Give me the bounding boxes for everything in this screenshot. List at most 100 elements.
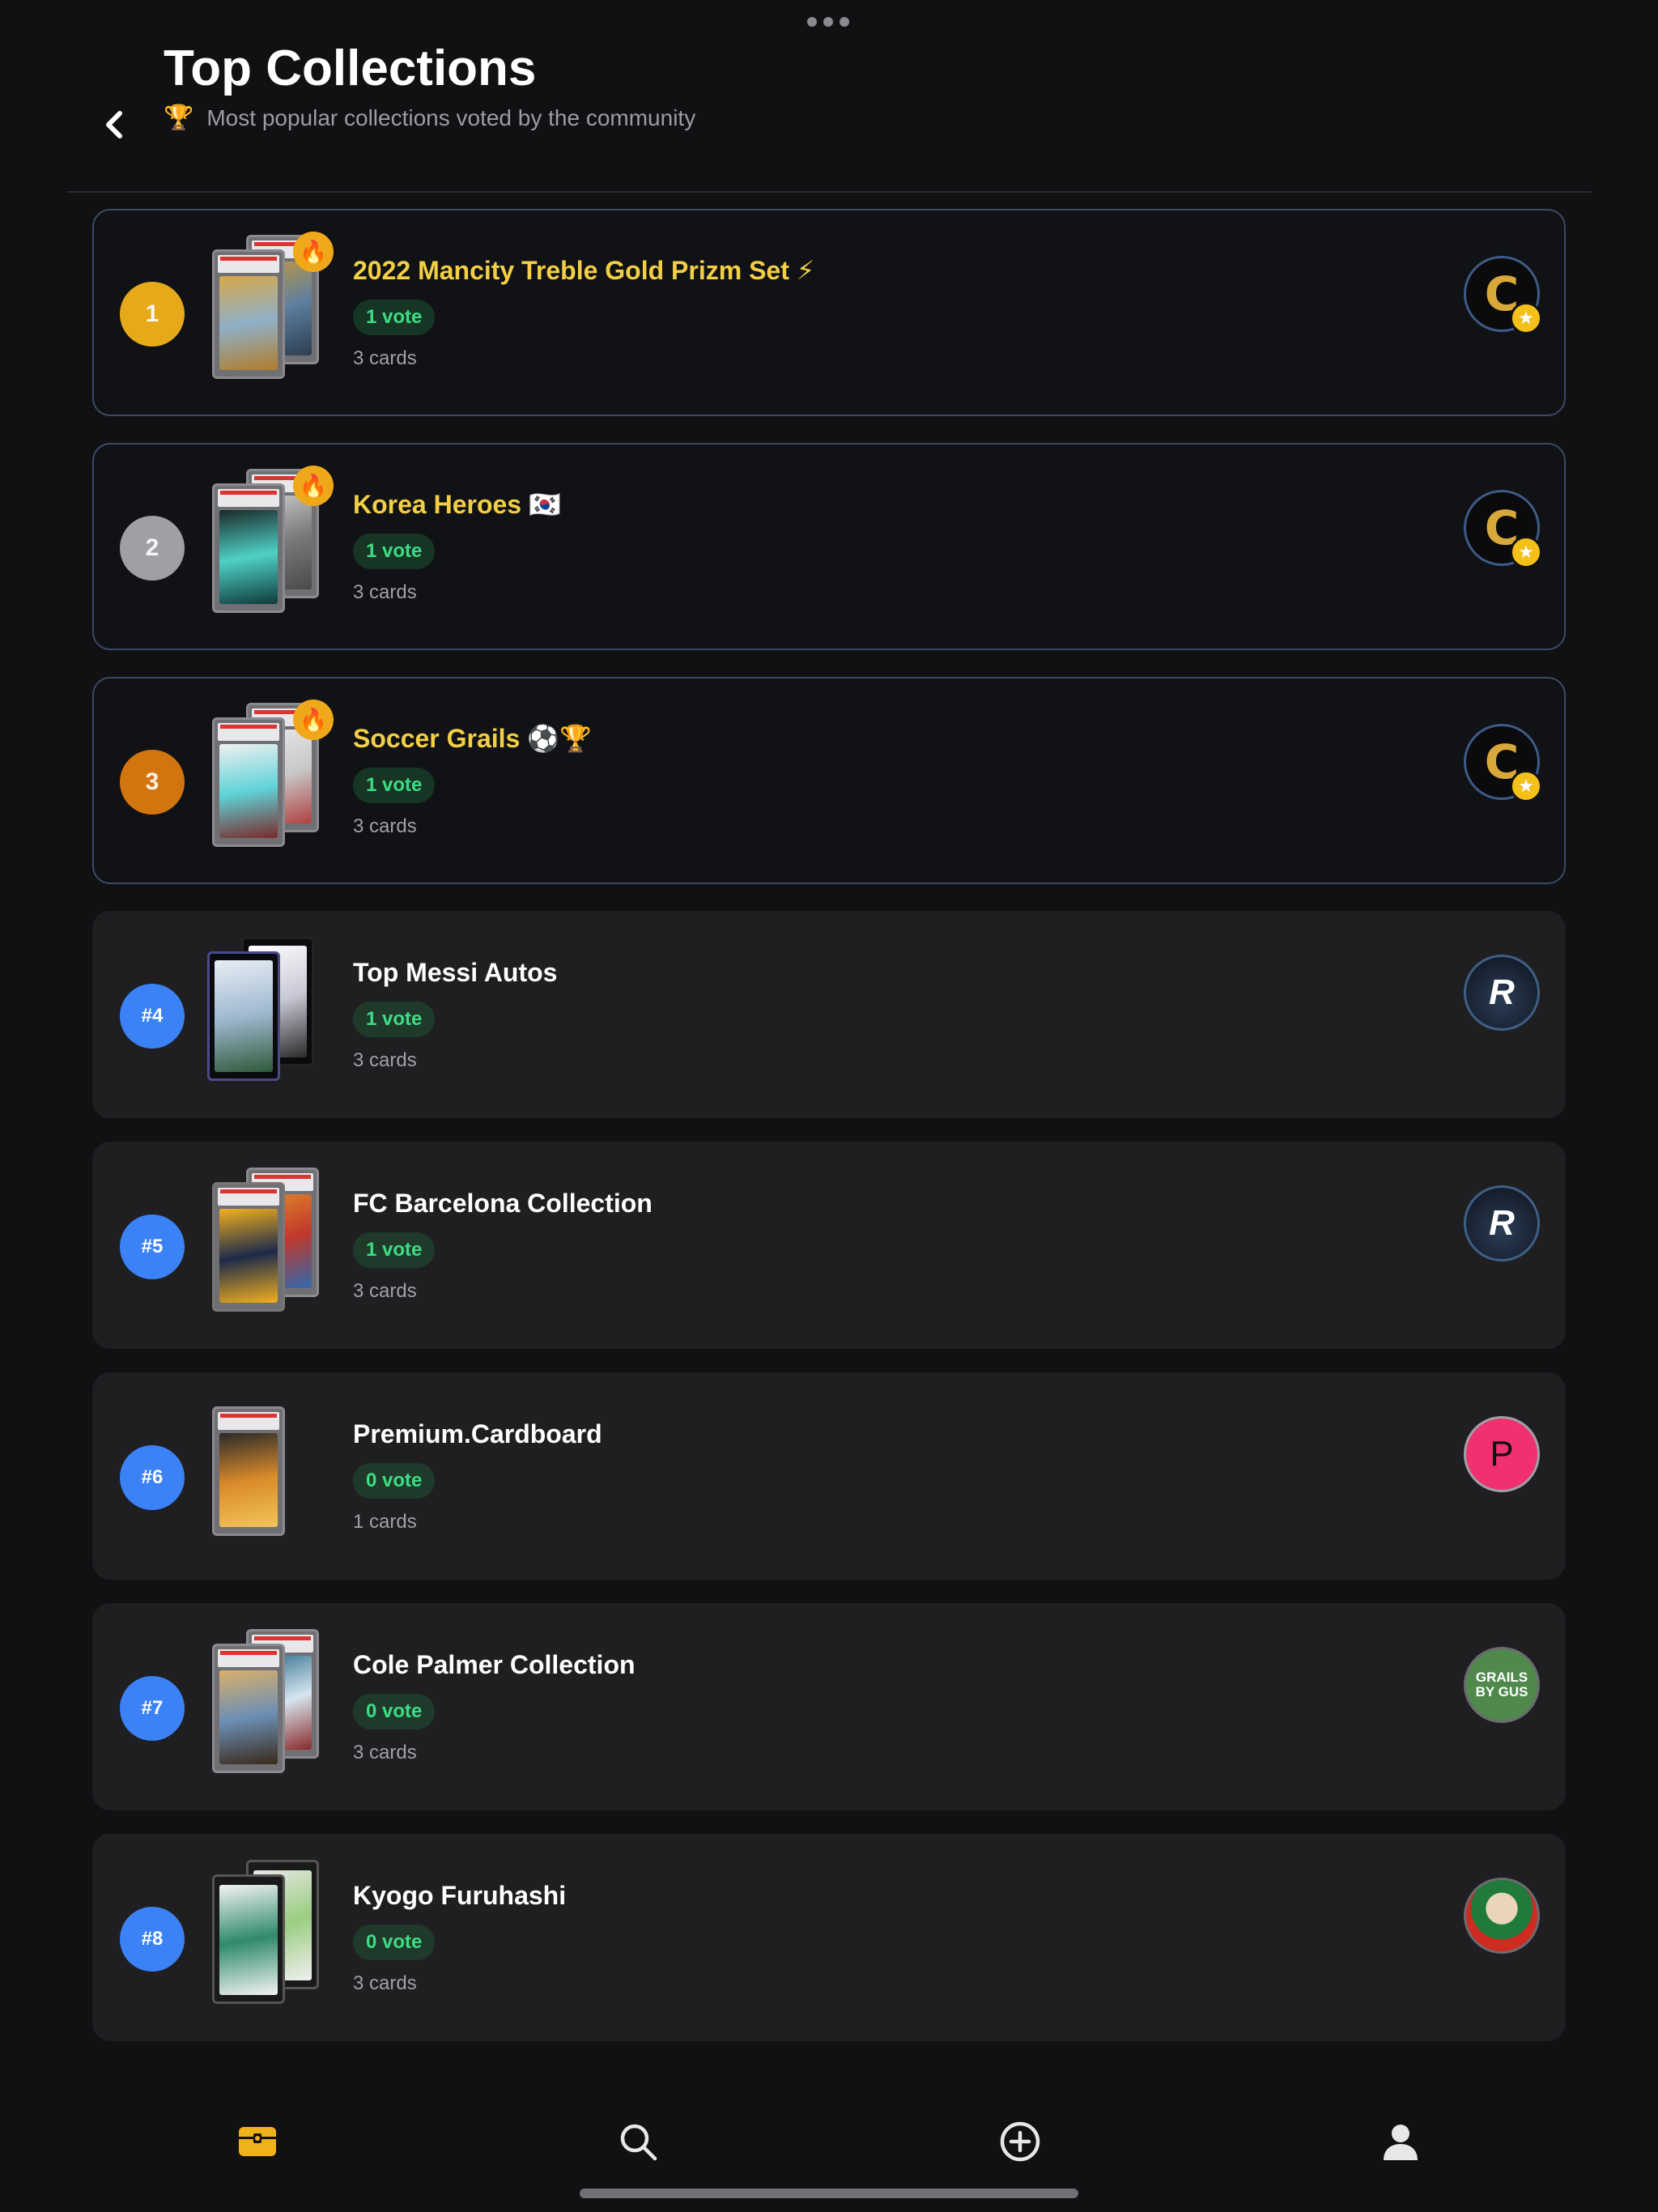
vote-count-badge: 0 vote bbox=[353, 1463, 436, 1499]
home-indicator[interactable] bbox=[580, 2189, 1078, 2198]
tab-collections[interactable] bbox=[229, 2113, 286, 2170]
card-count: 3 cards bbox=[353, 1280, 417, 1302]
rank-badge: #7 bbox=[120, 1676, 185, 1741]
owner-avatar[interactable]: R bbox=[1464, 955, 1540, 1031]
page-title: Top Collections bbox=[164, 40, 537, 96]
collection-thumbnails bbox=[212, 1406, 342, 1552]
collection-card-2[interactable]: 2 🔥 Korea Heroes 🇰🇷 1 vote 3 cards C ★ bbox=[92, 443, 1566, 650]
collection-info: Cole Palmer Collection 0 vote 3 cards bbox=[353, 1647, 636, 1767]
star-badge-icon: ★ bbox=[1510, 302, 1542, 334]
collection-card-3[interactable]: 3 🔥 Soccer Grails ⚽🏆 1 vote 3 cards C ★ bbox=[92, 677, 1566, 884]
page-subtitle: 🏆 Most popular collections voted by the … bbox=[164, 102, 695, 134]
owner-avatar[interactable]: C ★ bbox=[1464, 724, 1542, 802]
avatar-initial: P bbox=[1490, 1434, 1514, 1474]
card-count: 3 cards bbox=[353, 1972, 417, 1994]
owner-avatar[interactable]: C ★ bbox=[1464, 490, 1542, 568]
more-dots-icon[interactable] bbox=[807, 14, 849, 30]
card-count: 1 cards bbox=[353, 1511, 417, 1533]
card-slab bbox=[212, 1644, 285, 1773]
collection-name: Cole Palmer Collection bbox=[353, 1650, 636, 1679]
collection-name: Korea Heroes 🇰🇷 bbox=[353, 490, 561, 519]
logo-line-1: GRAILS bbox=[1475, 1670, 1528, 1685]
tab-add[interactable] bbox=[992, 2113, 1048, 2170]
vote-count-badge: 1 vote bbox=[353, 534, 436, 569]
tab-search[interactable] bbox=[610, 2113, 666, 2170]
vote-count-badge: 1 vote bbox=[353, 1002, 436, 1037]
chevron-left-icon bbox=[106, 111, 122, 138]
card-slab bbox=[212, 249, 285, 379]
collection-card-7[interactable]: #7 Cole Palmer Collection 0 vote 3 cards… bbox=[92, 1603, 1566, 1810]
star-badge-icon: ★ bbox=[1510, 536, 1542, 568]
header-divider bbox=[66, 191, 1592, 193]
owner-avatar[interactable] bbox=[1464, 1878, 1540, 1954]
collection-thumbnails: 🔥 bbox=[212, 466, 342, 615]
rank-badge: #4 bbox=[120, 984, 185, 1049]
card-slab bbox=[212, 483, 285, 613]
collection-info: Top Messi Autos 1 vote 3 cards bbox=[353, 955, 557, 1074]
owner-avatar[interactable]: GRAILS BY GUS bbox=[1464, 1647, 1540, 1723]
collection-card-8[interactable]: #8 Kyogo Furuhashi 0 vote 3 cards bbox=[92, 1834, 1566, 2041]
card-slab bbox=[212, 717, 285, 847]
collection-card-6[interactable]: #6 Premium.Cardboard 0 vote 1 cards P bbox=[92, 1372, 1566, 1580]
rank-badge: #6 bbox=[120, 1445, 185, 1510]
collection-info: Kyogo Furuhashi 0 vote 3 cards bbox=[353, 1878, 566, 1997]
card-slab bbox=[207, 951, 280, 1081]
collection-thumbnails: 🔥 bbox=[212, 700, 342, 849]
rank-badge: #5 bbox=[120, 1214, 185, 1279]
profile-tab-icon bbox=[1384, 2125, 1418, 2160]
page-header: Top Collections 🏆 Most popular collectio… bbox=[0, 39, 1658, 193]
collection-name: Soccer Grails ⚽🏆 bbox=[353, 724, 592, 753]
grails-logo: GRAILS BY GUS bbox=[1476, 1670, 1528, 1699]
logo-line-2: BY GUS bbox=[1475, 1684, 1528, 1699]
star-badge-icon: ★ bbox=[1510, 770, 1542, 802]
vote-count-badge: 1 vote bbox=[353, 300, 436, 335]
collection-name: Top Messi Autos bbox=[353, 958, 558, 987]
card-slab bbox=[212, 1182, 285, 1312]
add-tab-icon bbox=[1000, 2121, 1040, 2162]
vote-count-badge: 0 vote bbox=[353, 1694, 436, 1729]
collection-info: Korea Heroes 🇰🇷 1 vote 3 cards bbox=[353, 487, 561, 606]
medal-icon: 2 bbox=[145, 534, 159, 561]
collection-info: FC Barcelona Collection 1 vote 3 cards bbox=[353, 1185, 653, 1305]
vote-count-badge: 1 vote bbox=[353, 768, 436, 803]
card-count: 3 cards bbox=[353, 347, 417, 369]
bottom-tab-bar bbox=[0, 2113, 1658, 2170]
collection-card-4[interactable]: #4 Top Messi Autos 1 vote 3 cards R bbox=[92, 911, 1566, 1118]
search-tab-icon bbox=[620, 2124, 657, 2161]
collection-name: FC Barcelona Collection bbox=[353, 1189, 653, 1218]
medal-icon: 1 bbox=[145, 300, 159, 327]
gold-medal-badge: 1 bbox=[120, 282, 185, 347]
collection-info: Premium.Cardboard 0 vote 1 cards bbox=[353, 1416, 602, 1536]
collection-name: Kyogo Furuhashi bbox=[353, 1881, 567, 1910]
card-slab bbox=[212, 1874, 285, 2004]
r-logo-icon: R bbox=[1489, 1203, 1515, 1243]
collection-thumbnails bbox=[212, 1860, 342, 2006]
collection-card-5[interactable]: #5 FC Barcelona Collection 1 vote 3 card… bbox=[92, 1142, 1566, 1349]
card-count: 3 cards bbox=[353, 1049, 417, 1071]
owner-avatar[interactable]: R bbox=[1464, 1185, 1540, 1261]
trophy-icon: 🏆 bbox=[164, 104, 194, 131]
tab-profile[interactable] bbox=[1372, 2113, 1429, 2170]
card-count: 3 cards bbox=[353, 1742, 417, 1763]
fire-icon: 🔥 bbox=[293, 700, 334, 740]
collection-thumbnails bbox=[212, 1168, 342, 1313]
collection-card-1[interactable]: 1 🔥 2022 Mancity Treble Gold Prizm Set ⚡… bbox=[92, 209, 1566, 416]
owner-avatar[interactable]: P bbox=[1464, 1416, 1540, 1492]
vote-count-badge: 0 vote bbox=[353, 1925, 436, 1960]
subtitle-text: Most popular collections voted by the co… bbox=[206, 105, 696, 130]
bronze-medal-badge: 3 bbox=[120, 750, 185, 815]
collection-name: Premium.Cardboard bbox=[353, 1419, 602, 1448]
collection-info: 2022 Mancity Treble Gold Prizm Set ⚡ 1 v… bbox=[353, 253, 814, 372]
collections-tab-icon bbox=[239, 2127, 276, 2156]
silver-medal-badge: 2 bbox=[120, 516, 185, 581]
r-logo-icon: R bbox=[1489, 972, 1515, 1012]
card-slab bbox=[212, 1406, 285, 1536]
collection-name: 2022 Mancity Treble Gold Prizm Set ⚡ bbox=[353, 256, 815, 285]
vote-count-badge: 1 vote bbox=[353, 1232, 436, 1268]
collection-thumbnails: 🔥 bbox=[212, 232, 342, 381]
fire-icon: 🔥 bbox=[293, 232, 334, 272]
owner-avatar[interactable]: C ★ bbox=[1464, 256, 1542, 334]
back-button[interactable] bbox=[96, 102, 133, 147]
card-count: 3 cards bbox=[353, 815, 417, 837]
rank-badge: #8 bbox=[120, 1907, 185, 1972]
